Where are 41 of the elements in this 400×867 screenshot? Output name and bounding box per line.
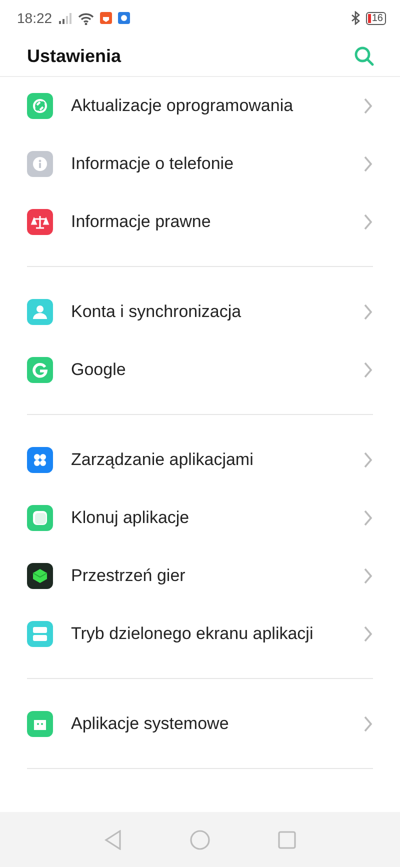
notification-icon	[100, 12, 112, 24]
chevron-icon	[363, 304, 373, 320]
chevron-icon	[363, 452, 373, 468]
settings-item[interactable]: Informacje o telefonie	[71, 154, 345, 174]
recents-icon[interactable]	[278, 830, 296, 848]
wifi-icon	[78, 12, 94, 24]
back-icon[interactable]	[104, 830, 122, 850]
status-time: 18:22	[17, 10, 52, 26]
info-icon	[27, 151, 53, 177]
settings-item[interactable]: Tryb dzielonego ekranu aplikacji	[71, 624, 345, 644]
chevron-icon	[363, 98, 373, 114]
settings-item[interactable]: Aktualizacje oprogramowania	[71, 96, 345, 116]
signal-icon	[58, 12, 72, 24]
chevron-icon	[363, 568, 373, 584]
search-icon[interactable]	[354, 46, 374, 66]
letter-g-icon	[27, 357, 53, 383]
chevron-icon	[363, 716, 373, 732]
settings-item[interactable]: Zarządzanie aplikacjami	[71, 450, 345, 470]
square-icon	[27, 505, 53, 531]
notification-icon	[118, 12, 130, 24]
settings-item[interactable]: Przestrzeń gier	[71, 566, 345, 586]
four-dots-icon	[27, 447, 53, 473]
chevron-icon	[363, 362, 373, 378]
page-title: Ustawienia	[27, 46, 122, 66]
battery-indicator: 16	[366, 12, 386, 24]
sync-icon	[27, 93, 53, 119]
split-screen-icon	[27, 621, 53, 647]
cube-icon	[27, 563, 53, 589]
settings-item[interactable]: Informacje prawne	[71, 212, 345, 232]
scales-icon	[27, 209, 53, 235]
chevron-icon	[363, 626, 373, 642]
home-icon[interactable]	[190, 830, 210, 850]
settings-item[interactable]: Google	[71, 360, 345, 380]
bluetooth-icon	[350, 11, 360, 25]
chevron-icon	[363, 214, 373, 230]
chevron-icon	[363, 156, 373, 172]
settings-item[interactable]: Konta i synchronizacja	[71, 302, 345, 322]
settings-item[interactable]: Aplikacje systemowe	[71, 714, 345, 734]
settings-item[interactable]: Klonuj aplikacje	[71, 508, 345, 528]
person-icon	[27, 299, 53, 325]
chevron-icon	[363, 510, 373, 526]
